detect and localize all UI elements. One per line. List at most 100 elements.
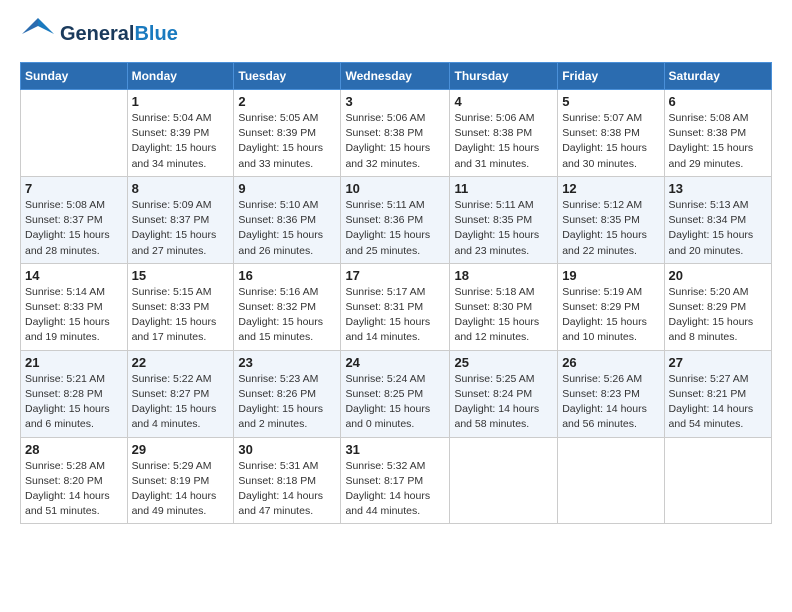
day-number: 16 <box>238 268 336 283</box>
day-number: 10 <box>345 181 445 196</box>
day-number: 24 <box>345 355 445 370</box>
day-info: Sunrise: 5:23 AM Sunset: 8:26 PM Dayligh… <box>238 372 336 433</box>
day-info: Sunrise: 5:29 AM Sunset: 8:19 PM Dayligh… <box>132 459 230 520</box>
calendar-cell: 30Sunrise: 5:31 AM Sunset: 8:18 PM Dayli… <box>234 437 341 524</box>
calendar-body: 1 Sunrise: 5:04 AM Sunset: 8:39 PM Daylig… <box>21 90 772 524</box>
day-number: 7 <box>25 181 123 196</box>
day-number: 26 <box>562 355 659 370</box>
header-saturday: Saturday <box>664 63 771 90</box>
header: GeneralBlue <box>20 16 772 52</box>
day-info: Sunrise: 5:13 AM Sunset: 8:34 PM Dayligh… <box>669 198 767 259</box>
day-info: Sunrise: 5:12 AM Sunset: 8:35 PM Dayligh… <box>562 198 659 259</box>
day-number: 22 <box>132 355 230 370</box>
day-info: Sunrise: 5:32 AM Sunset: 8:17 PM Dayligh… <box>345 459 445 520</box>
day-info: Sunrise: 5:26 AM Sunset: 8:23 PM Dayligh… <box>562 372 659 433</box>
header-wednesday: Wednesday <box>341 63 450 90</box>
logo-text: GeneralBlue <box>60 23 178 46</box>
calendar-cell: 24 Sunrise: 5:24 AM Sunset: 8:25 PM Dayli… <box>341 350 450 437</box>
day-number: 5 <box>562 94 659 109</box>
calendar-cell: 26 Sunrise: 5:26 AM Sunset: 8:23 PM Dayli… <box>558 350 664 437</box>
day-number: 4 <box>454 94 553 109</box>
calendar-cell: 4Sunrise: 5:06 AM Sunset: 8:38 PM Daylig… <box>450 90 558 177</box>
calendar-cell: 13 Sunrise: 5:13 AM Sunset: 8:34 PM Dayli… <box>664 176 771 263</box>
day-number: 17 <box>345 268 445 283</box>
calendar-cell: 28 Sunrise: 5:28 AM Sunset: 8:20 PM Dayli… <box>21 437 128 524</box>
calendar-cell: 18Sunrise: 5:18 AM Sunset: 8:30 PM Dayli… <box>450 263 558 350</box>
page-container: GeneralBlue Sunday Monday Tuesday Wednes… <box>0 0 792 540</box>
calendar-cell <box>21 90 128 177</box>
calendar-cell: 14 Sunrise: 5:14 AM Sunset: 8:33 PM Dayli… <box>21 263 128 350</box>
day-info: Sunrise: 5:21 AM Sunset: 8:28 PM Dayligh… <box>25 372 123 433</box>
day-number: 29 <box>132 442 230 457</box>
day-number: 21 <box>25 355 123 370</box>
calendar-cell: 8 Sunrise: 5:09 AM Sunset: 8:37 PM Daylig… <box>127 176 234 263</box>
header-monday: Monday <box>127 63 234 90</box>
day-number: 27 <box>669 355 767 370</box>
calendar-week-3: 14 Sunrise: 5:14 AM Sunset: 8:33 PM Dayli… <box>21 263 772 350</box>
calendar-cell: 7 Sunrise: 5:08 AM Sunset: 8:37 PM Daylig… <box>21 176 128 263</box>
calendar-cell: 5Sunrise: 5:07 AM Sunset: 8:38 PM Daylig… <box>558 90 664 177</box>
calendar-week-1: 1 Sunrise: 5:04 AM Sunset: 8:39 PM Daylig… <box>21 90 772 177</box>
day-info: Sunrise: 5:14 AM Sunset: 8:33 PM Dayligh… <box>25 285 123 346</box>
logo: GeneralBlue <box>20 16 178 52</box>
calendar-header-row: Sunday Monday Tuesday Wednesday Thursday… <box>21 63 772 90</box>
calendar-cell: 15Sunrise: 5:15 AM Sunset: 8:33 PM Dayli… <box>127 263 234 350</box>
calendar-cell: 23 Sunrise: 5:23 AM Sunset: 8:26 PM Dayli… <box>234 350 341 437</box>
day-info: Sunrise: 5:05 AM Sunset: 8:39 PM Dayligh… <box>238 111 336 172</box>
day-info: Sunrise: 5:18 AM Sunset: 8:30 PM Dayligh… <box>454 285 553 346</box>
day-number: 31 <box>345 442 445 457</box>
day-number: 6 <box>669 94 767 109</box>
calendar-table: Sunday Monday Tuesday Wednesday Thursday… <box>20 62 772 524</box>
calendar-cell: 25 Sunrise: 5:25 AM Sunset: 8:24 PM Dayli… <box>450 350 558 437</box>
calendar-cell <box>450 437 558 524</box>
calendar-cell: 31 Sunrise: 5:32 AM Sunset: 8:17 PM Dayli… <box>341 437 450 524</box>
calendar-cell: 1 Sunrise: 5:04 AM Sunset: 8:39 PM Daylig… <box>127 90 234 177</box>
calendar-cell: 11 Sunrise: 5:11 AM Sunset: 8:35 PM Dayli… <box>450 176 558 263</box>
day-number: 9 <box>238 181 336 196</box>
day-number: 19 <box>562 268 659 283</box>
day-info: Sunrise: 5:20 AM Sunset: 8:29 PM Dayligh… <box>669 285 767 346</box>
calendar-cell: 22 Sunrise: 5:22 AM Sunset: 8:27 PM Dayli… <box>127 350 234 437</box>
day-info: Sunrise: 5:31 AM Sunset: 8:18 PM Dayligh… <box>238 459 336 520</box>
day-number: 13 <box>669 181 767 196</box>
day-info: Sunrise: 5:11 AM Sunset: 8:35 PM Dayligh… <box>454 198 553 259</box>
calendar-week-2: 7 Sunrise: 5:08 AM Sunset: 8:37 PM Daylig… <box>21 176 772 263</box>
day-info: Sunrise: 5:22 AM Sunset: 8:27 PM Dayligh… <box>132 372 230 433</box>
header-thursday: Thursday <box>450 63 558 90</box>
calendar-cell: 3Sunrise: 5:06 AM Sunset: 8:38 PM Daylig… <box>341 90 450 177</box>
day-info: Sunrise: 5:19 AM Sunset: 8:29 PM Dayligh… <box>562 285 659 346</box>
day-number: 23 <box>238 355 336 370</box>
calendar-cell: 2Sunrise: 5:05 AM Sunset: 8:39 PM Daylig… <box>234 90 341 177</box>
logo-blue: Blue <box>134 23 177 45</box>
calendar-cell <box>558 437 664 524</box>
day-number: 11 <box>454 181 553 196</box>
day-number: 14 <box>25 268 123 283</box>
calendar-week-4: 21 Sunrise: 5:21 AM Sunset: 8:28 PM Dayli… <box>21 350 772 437</box>
day-number: 12 <box>562 181 659 196</box>
day-info: Sunrise: 5:25 AM Sunset: 8:24 PM Dayligh… <box>454 372 553 433</box>
day-number: 1 <box>132 94 230 109</box>
header-friday: Friday <box>558 63 664 90</box>
day-number: 28 <box>25 442 123 457</box>
day-info: Sunrise: 5:11 AM Sunset: 8:36 PM Dayligh… <box>345 198 445 259</box>
day-info: Sunrise: 5:28 AM Sunset: 8:20 PM Dayligh… <box>25 459 123 520</box>
day-number: 25 <box>454 355 553 370</box>
day-info: Sunrise: 5:24 AM Sunset: 8:25 PM Dayligh… <box>345 372 445 433</box>
calendar-cell: 17 Sunrise: 5:17 AM Sunset: 8:31 PM Dayli… <box>341 263 450 350</box>
calendar-cell: 16Sunrise: 5:16 AM Sunset: 8:32 PM Dayli… <box>234 263 341 350</box>
day-info: Sunrise: 5:17 AM Sunset: 8:31 PM Dayligh… <box>345 285 445 346</box>
day-info: Sunrise: 5:04 AM Sunset: 8:39 PM Dayligh… <box>132 111 230 172</box>
calendar-cell: 29 Sunrise: 5:29 AM Sunset: 8:19 PM Dayli… <box>127 437 234 524</box>
day-info: Sunrise: 5:08 AM Sunset: 8:37 PM Dayligh… <box>25 198 123 259</box>
logo-icon <box>20 16 56 52</box>
calendar-cell: 21 Sunrise: 5:21 AM Sunset: 8:28 PM Dayli… <box>21 350 128 437</box>
day-info: Sunrise: 5:09 AM Sunset: 8:37 PM Dayligh… <box>132 198 230 259</box>
calendar-cell <box>664 437 771 524</box>
calendar-cell: 20Sunrise: 5:20 AM Sunset: 8:29 PM Dayli… <box>664 263 771 350</box>
day-number: 8 <box>132 181 230 196</box>
day-info: Sunrise: 5:08 AM Sunset: 8:38 PM Dayligh… <box>669 111 767 172</box>
calendar-cell: 6 Sunrise: 5:08 AM Sunset: 8:38 PM Daylig… <box>664 90 771 177</box>
day-info: Sunrise: 5:15 AM Sunset: 8:33 PM Dayligh… <box>132 285 230 346</box>
header-sunday: Sunday <box>21 63 128 90</box>
header-tuesday: Tuesday <box>234 63 341 90</box>
